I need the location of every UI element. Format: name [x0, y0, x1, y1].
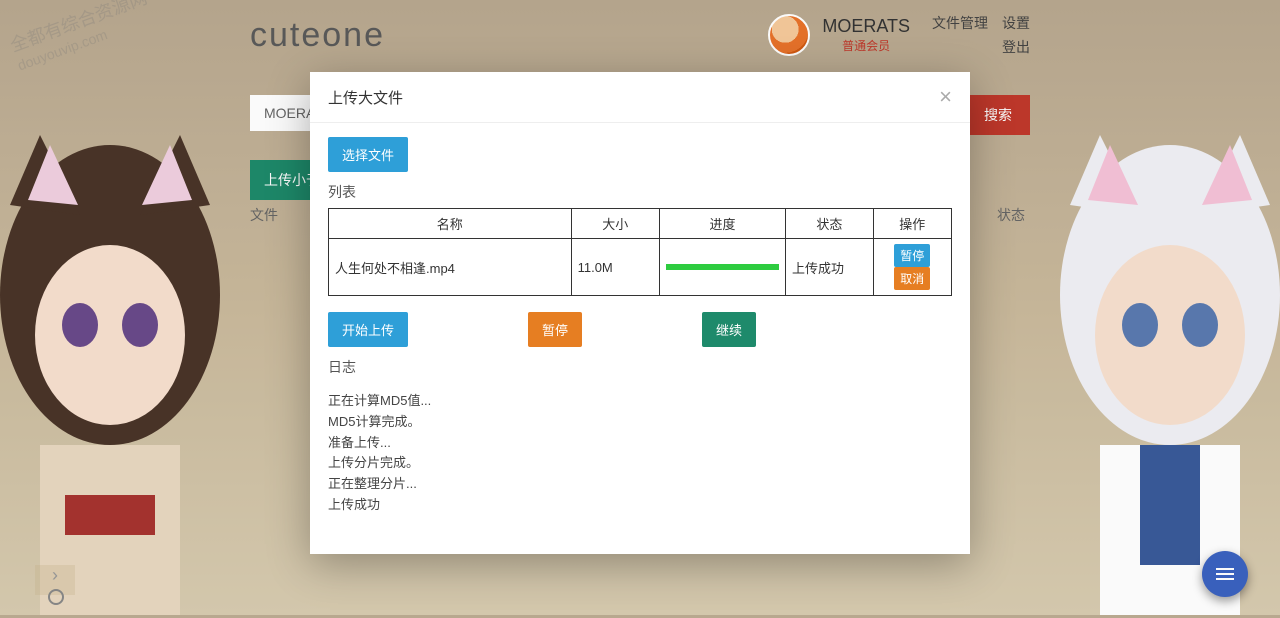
close-icon[interactable]: ×	[939, 86, 952, 108]
th-progress: 进度	[660, 209, 786, 239]
log-line: MD5计算完成。	[328, 412, 952, 433]
modal-title: 上传大文件	[328, 87, 403, 108]
th-status: 状态	[786, 209, 874, 239]
progress-bar	[666, 264, 779, 270]
upload-modal: 上传大文件 × 选择文件 列表 名称 大小 进度 状态 操作 人生何处不相逢.m…	[310, 72, 970, 554]
select-file-button[interactable]: 选择文件	[328, 137, 408, 172]
log-line: 上传成功	[328, 495, 952, 516]
cell-name: 人生何处不相逢.mp4	[329, 239, 572, 296]
log-area: 正在计算MD5值... MD5计算完成。 准备上传... 上传分片完成。 正在整…	[328, 391, 952, 516]
cell-progress	[660, 239, 786, 296]
th-action: 操作	[873, 209, 951, 239]
cell-status: 上传成功	[786, 239, 874, 296]
th-size: 大小	[571, 209, 659, 239]
row-pause-button[interactable]: 暂停	[894, 244, 930, 267]
row-cancel-button[interactable]: 取消	[894, 267, 930, 290]
upload-table: 名称 大小 进度 状态 操作 人生何处不相逢.mp4 11.0M 上传成功 暂停…	[328, 208, 952, 296]
log-line: 上传分片完成。	[328, 453, 952, 474]
list-label: 列表	[328, 182, 952, 202]
start-upload-button[interactable]: 开始上传	[328, 312, 408, 347]
pause-button[interactable]: 暂停	[528, 312, 582, 347]
cell-action: 暂停 取消	[873, 239, 951, 296]
cell-size: 11.0M	[571, 239, 659, 296]
table-row: 人生何处不相逢.mp4 11.0M 上传成功 暂停 取消	[329, 239, 952, 296]
log-line: 准备上传...	[328, 433, 952, 454]
th-name: 名称	[329, 209, 572, 239]
resume-button[interactable]: 继续	[702, 312, 756, 347]
log-label: 日志	[328, 357, 952, 377]
log-line: 正在计算MD5值...	[328, 391, 952, 412]
log-line: 正在整理分片...	[328, 474, 952, 495]
